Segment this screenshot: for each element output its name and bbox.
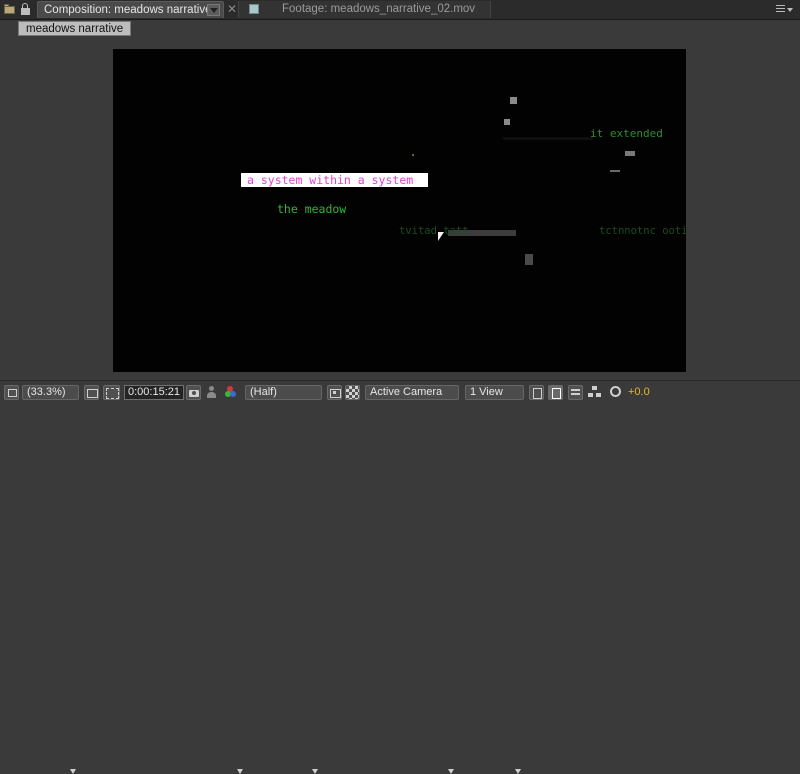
tab-footage-label: Footage: meadows_narrative_02.mov [282,3,476,15]
safe-area-button[interactable] [84,385,99,400]
tab-footage[interactable]: Footage: meadows_narrative_02.mov [238,1,491,18]
folder-icon[interactable] [4,3,16,15]
fast-previews-button[interactable] [327,385,342,400]
chevron-down-icon [448,769,454,774]
zoom-dropdown[interactable]: (33.3%) [22,385,79,400]
cursor-icon [438,232,444,241]
extended-text[interactable]: it extended [590,127,663,140]
lock-icon[interactable] [20,3,32,15]
chevron-down-icon [787,8,793,12]
composition-dropdown-button[interactable] [207,4,220,16]
camera-icon[interactable] [186,385,201,400]
glitch-block [504,119,510,125]
camera-dropdown[interactable]: Active Camera [365,385,459,400]
composition-viewer[interactable]: a system within a system the meadow it e… [113,49,686,372]
subtitle-text[interactable]: the meadow [277,202,346,216]
chevron-down-icon [515,769,521,774]
glitch-block [412,154,414,156]
glitch-block [610,170,620,172]
close-icon[interactable]: ✕ [227,2,237,16]
title-text-box[interactable]: a system within a system [241,173,428,187]
color-channel-icon[interactable] [224,385,240,400]
composition-breadcrumb[interactable]: meadows narrative [18,21,132,36]
exposure-value[interactable]: +0.0 [628,385,668,400]
chevron-down-icon [70,769,76,774]
chevron-down-icon [312,769,318,774]
glitch-block [503,137,593,140]
viewer-toolbar: (33.3%) 0:00:15:21 (Half) Active Camera … [0,380,800,774]
ghost-text-left: tvitad.tatt [399,225,469,237]
region-of-interest-button[interactable] [103,385,120,400]
transparency-grid-icon[interactable] [345,385,360,400]
fast-preview-toggle-button[interactable] [548,385,563,400]
glitch-block [625,151,635,156]
timeline-icon[interactable] [568,385,583,400]
current-time-display[interactable]: 0:00:15:21 [124,385,184,400]
glitch-block [525,254,533,265]
flowchart-icon[interactable] [587,385,603,400]
glitch-block [510,97,517,104]
footage-icon [249,4,259,14]
exposure-reset-icon[interactable] [608,385,624,400]
ghost-text-right: tctnnotnc ooti [599,225,686,237]
tab-composition-label: Composition: meadows narrative [44,4,212,16]
person-icon[interactable] [205,385,219,400]
panel-menu-button[interactable] [774,2,796,15]
panel-tab-bar: Composition: meadows narrative ✕ Footage… [0,0,800,20]
resolution-dropdown[interactable]: (Half) [245,385,322,400]
chevron-down-icon [237,769,243,774]
toggle-pixel-aspect-button[interactable] [529,385,544,400]
tab-composition[interactable]: Composition: meadows narrative [37,1,224,18]
menu-icon [776,5,785,12]
view-layout-dropdown[interactable]: 1 View [465,385,524,400]
title-text: a system within a system [247,173,414,187]
always-preview-button[interactable] [4,385,19,400]
